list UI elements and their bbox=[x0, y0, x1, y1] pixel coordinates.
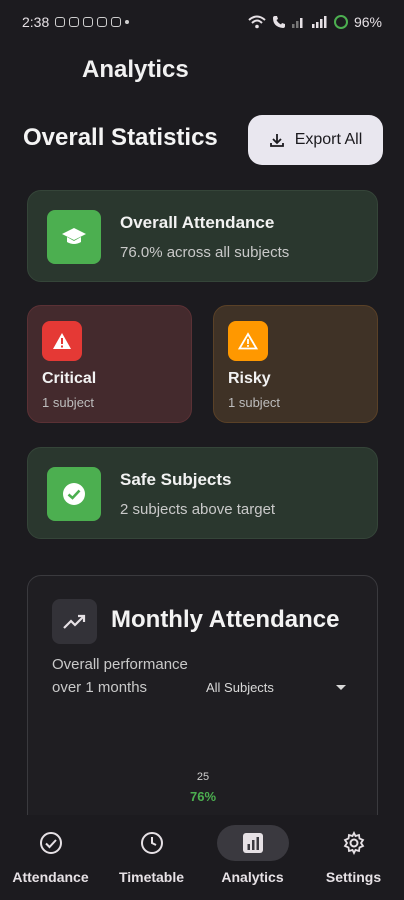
status-left: 2:38 bbox=[22, 14, 130, 30]
teams-icon bbox=[69, 17, 80, 27]
battery-icon bbox=[333, 15, 348, 29]
nav-item-settings[interactable]: Settings bbox=[304, 825, 404, 885]
nav-item-attendance[interactable]: Attendance bbox=[1, 825, 101, 885]
export-all-label: Export All bbox=[294, 131, 363, 148]
nav-label-settings: Settings bbox=[325, 869, 382, 885]
critical-title: Critical bbox=[42, 370, 97, 387]
critical-card[interactable]: Critical 1 subject bbox=[27, 305, 192, 423]
safe-subjects-card[interactable]: Safe Subjects 2 subjects above target bbox=[27, 447, 378, 539]
overall-attendance-subtitle: 76.0% across all subjects bbox=[120, 244, 290, 261]
bar-count-label: 25 bbox=[196, 771, 210, 783]
safe-subjects-title: Safe Subjects bbox=[120, 470, 232, 489]
nav-item-analytics[interactable]: Analytics bbox=[203, 825, 303, 885]
export-all-button[interactable]: Export All bbox=[248, 115, 383, 165]
check-circle-icon bbox=[15, 825, 87, 861]
chat-icon bbox=[111, 17, 122, 27]
chevron-down-icon bbox=[336, 684, 346, 690]
warning-icon bbox=[42, 321, 82, 361]
bottom-navigation: Attendance Timetable Analytics Settings bbox=[0, 815, 404, 900]
monthly-attendance-title: Monthly Attendance bbox=[111, 606, 340, 633]
monthly-attendance-description: Overall performance over 1 months bbox=[52, 656, 188, 696]
instagram-icon bbox=[83, 17, 94, 27]
nav-item-timetable[interactable]: Timetable bbox=[102, 825, 202, 885]
subject-filter-value: All Subjects bbox=[206, 679, 274, 695]
signal-icon bbox=[291, 18, 303, 28]
section-title: Overall Statistics bbox=[23, 124, 218, 151]
trending-up-icon bbox=[52, 599, 97, 644]
risky-subtitle: 1 subject bbox=[228, 395, 281, 410]
check-circle-icon bbox=[47, 467, 101, 521]
risky-card[interactable]: Risky 1 subject bbox=[213, 305, 378, 423]
nav-label-analytics: Analytics bbox=[221, 869, 284, 885]
graduation-cap-icon bbox=[47, 210, 101, 264]
critical-subtitle: 1 subject bbox=[42, 395, 95, 410]
monthly-chart: 25 76% bbox=[173, 771, 233, 811]
safe-subjects-subtitle: 2 subjects above target bbox=[120, 501, 276, 518]
instagram-icon bbox=[97, 17, 108, 27]
monthly-attendance-card: Monthly Attendance Overall performance o… bbox=[27, 575, 378, 835]
risky-title: Risky bbox=[228, 370, 271, 387]
nav-label-timetable: Timetable bbox=[118, 869, 185, 885]
subject-filter-dropdown[interactable]: All Subjects bbox=[206, 676, 346, 698]
signal-icon bbox=[311, 16, 327, 28]
call-icon bbox=[272, 16, 285, 28]
notification-icons bbox=[55, 17, 130, 27]
status-bar: 2:38 96% bbox=[0, 0, 404, 44]
status-right: 96% bbox=[248, 14, 382, 30]
clock-icon bbox=[116, 825, 188, 861]
status-time: 2:38 bbox=[22, 14, 50, 30]
page-title: Analytics bbox=[82, 56, 189, 83]
warning-outline-icon bbox=[228, 321, 268, 361]
nav-label-attendance: Attendance bbox=[12, 869, 89, 885]
battery-percent: 96% bbox=[353, 14, 382, 30]
download-icon bbox=[269, 134, 284, 147]
more-notifications-icon bbox=[125, 20, 130, 24]
bar-chart-icon bbox=[216, 825, 289, 861]
overall-attendance-card[interactable]: Overall Attendance 76.0% across all subj… bbox=[27, 190, 378, 282]
bar-percent-label: 76% bbox=[189, 789, 217, 804]
instagram-icon bbox=[55, 17, 66, 27]
wifi-icon bbox=[248, 15, 266, 29]
overall-attendance-title: Overall Attendance bbox=[120, 213, 275, 232]
gear-icon bbox=[318, 825, 390, 861]
